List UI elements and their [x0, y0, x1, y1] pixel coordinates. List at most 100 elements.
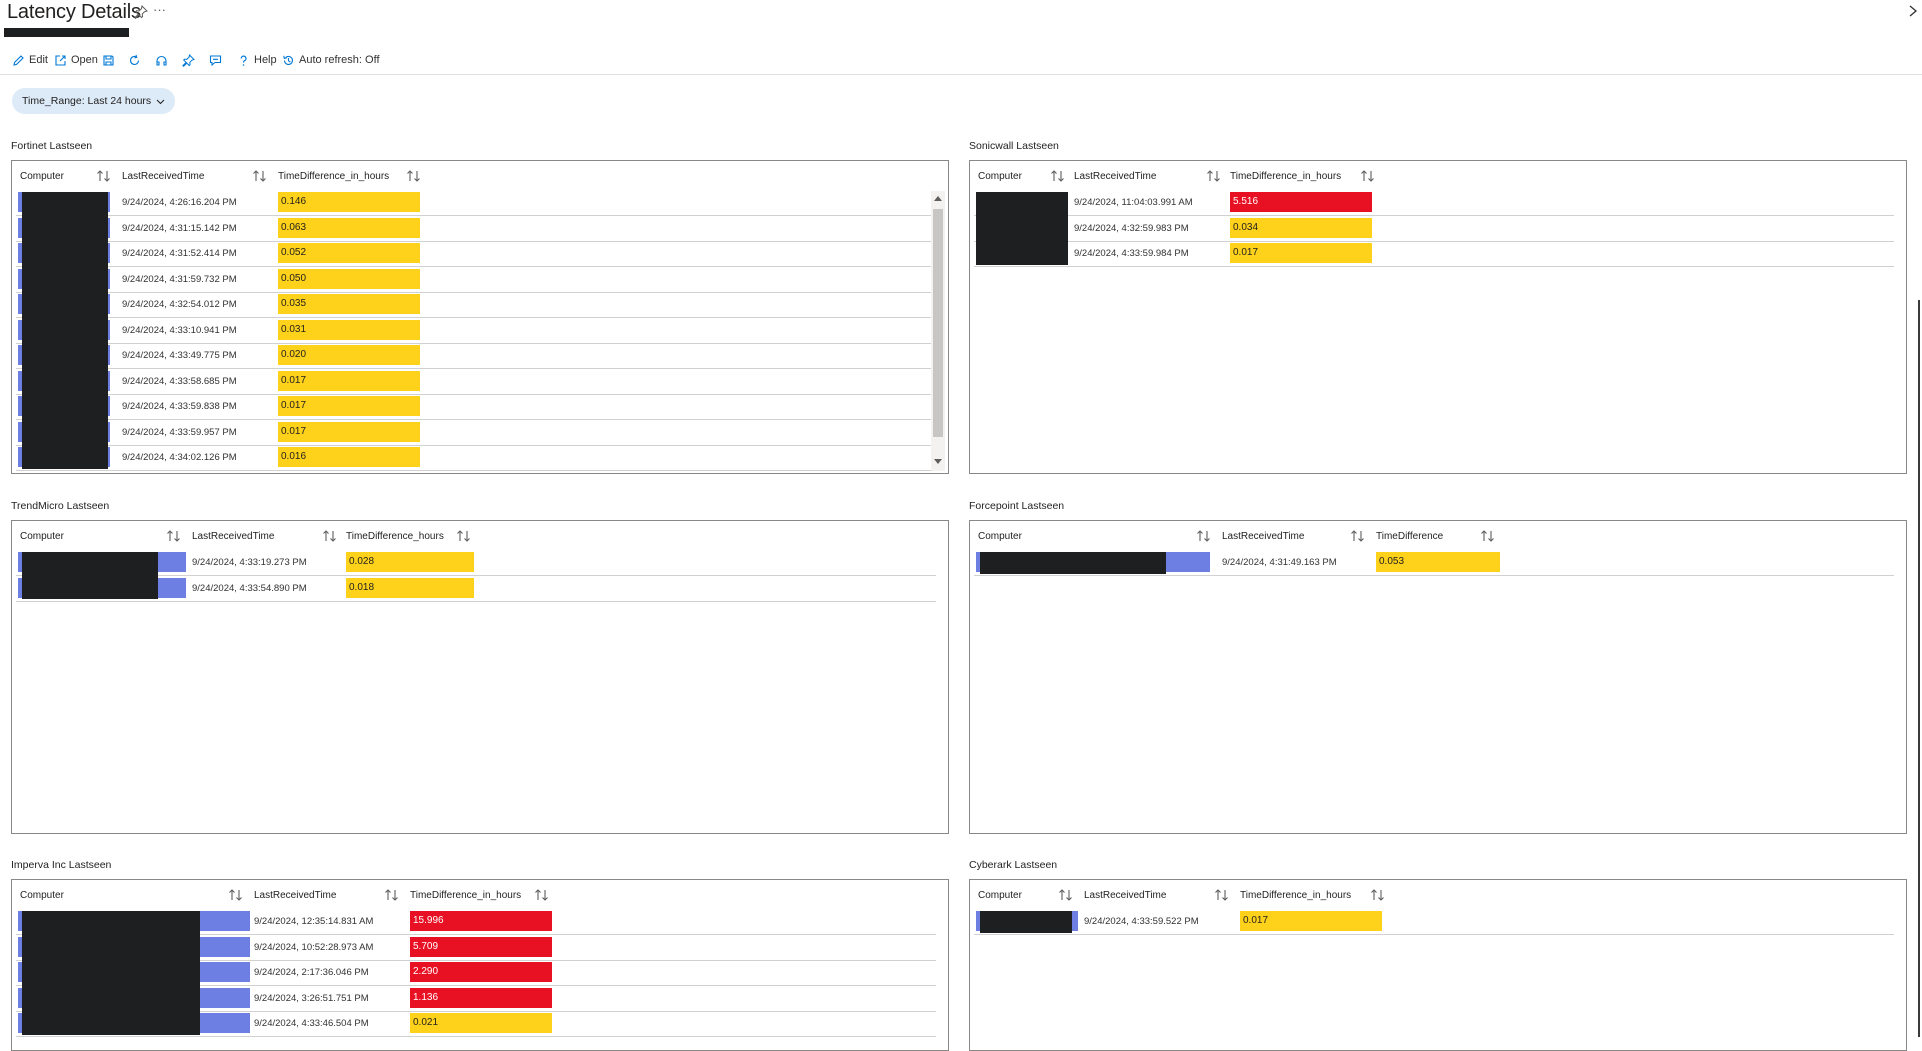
sort-arrows-icon[interactable]	[322, 529, 337, 543]
save-button[interactable]	[102, 51, 115, 69]
table-row[interactable]: 9/24/2024, 4:31:59.732 PM 0.050	[16, 267, 936, 293]
sort-arrows-icon[interactable]	[1350, 529, 1365, 543]
edit-label: Edit	[29, 54, 48, 66]
column-header-computer[interactable]: Computer	[978, 521, 1022, 551]
column-header-computer[interactable]: Computer	[20, 161, 64, 191]
time-difference-cell: 0.052	[278, 243, 420, 263]
blade-header: Latency Details ···	[0, 0, 1922, 40]
column-header-computer[interactable]: Computer	[20, 521, 64, 551]
sort-arrows-icon[interactable]	[1214, 888, 1229, 902]
table-row[interactable]: 9/24/2024, 4:31:52.414 PM 0.052	[16, 241, 936, 267]
table-row[interactable]: 9/24/2024, 4:32:54.012 PM 0.035	[16, 292, 936, 318]
auto-refresh-label: Auto refresh: Off	[299, 54, 380, 66]
table-row[interactable]: 9/24/2024, 4:32:59.983 PM 0.034	[974, 216, 1894, 242]
sonicwall-title: Sonicwall Lastseen	[969, 140, 1059, 152]
refresh-icon	[129, 54, 140, 65]
sort-arrows-icon[interactable]	[1360, 169, 1375, 183]
table-row[interactable]: 9/24/2024, 4:33:10.941 PM 0.031	[16, 318, 936, 344]
time-difference-cell: 0.034	[1230, 217, 1372, 238]
time-difference-cell: 0.016	[278, 447, 420, 467]
pin-to-dashboard-button[interactable]	[182, 51, 195, 69]
save-icon	[103, 54, 114, 66]
help-button[interactable]: Help	[237, 51, 277, 69]
sort-arrows-icon[interactable]	[1206, 169, 1221, 183]
collapse-chevron-icon[interactable]	[1906, 4, 1920, 18]
sort-arrows-icon[interactable]	[252, 169, 267, 183]
table-row[interactable]: 9/24/2024, 4:33:59.957 PM 0.017	[16, 420, 936, 446]
more-options-icon[interactable]: ···	[153, 2, 166, 17]
sort-arrows-icon[interactable]	[96, 169, 111, 183]
column-header-time-difference[interactable]: TimeDifference_hours	[346, 521, 444, 551]
column-header-time-difference[interactable]: TimeDifference_in_hours	[1240, 880, 1351, 910]
feedback-button[interactable]	[155, 51, 168, 69]
help-icon	[240, 55, 247, 66]
last-received-time-cell: 9/24/2024, 4:31:59.732 PM	[122, 273, 237, 285]
redacted-computer-names	[980, 911, 1072, 933]
sort-arrows-icon[interactable]	[1370, 888, 1385, 902]
column-header-computer[interactable]: Computer	[20, 880, 64, 910]
refresh-button[interactable]	[128, 51, 141, 69]
sort-arrows-icon[interactable]	[456, 529, 471, 543]
column-header-time-difference[interactable]: TimeDifference_in_hours	[1230, 161, 1341, 191]
sort-arrows-icon[interactable]	[1058, 888, 1073, 902]
last-received-time-cell: 9/24/2024, 3:26:51.751 PM	[254, 992, 369, 1004]
sort-arrows-icon[interactable]	[166, 529, 181, 543]
time-range-label: Time_Range: Last 24 hours	[22, 95, 152, 107]
time-difference-cell: 15.996	[410, 911, 552, 931]
sort-arrows-icon[interactable]	[1196, 529, 1211, 543]
forcepoint-grid: Computer LastReceivedTime TimeDifference 9/…	[969, 520, 1907, 834]
scroll-up-icon[interactable]	[934, 196, 942, 201]
table-row[interactable]: 9/24/2024, 4:34:02.126 PM 0.016	[16, 445, 936, 471]
table-row[interactable]: 9/24/2024, 4:26:16.204 PM 0.146	[16, 190, 936, 216]
column-header-last-received-time[interactable]: LastReceivedTime	[122, 161, 204, 191]
table-row[interactable]: 9/24/2024, 4:33:59.838 PM 0.017	[16, 394, 936, 420]
command-bar: Edit Open Help Auto refresh: Off	[0, 48, 1922, 75]
table-row[interactable]: 9/24/2024, 4:33:58.685 PM 0.017	[16, 369, 936, 395]
column-header-last-received-time[interactable]: LastReceivedTime	[254, 880, 336, 910]
sort-arrows-icon[interactable]	[228, 888, 243, 902]
column-header-computer[interactable]: Computer	[978, 880, 1022, 910]
time-difference-cell: 0.053	[1376, 552, 1500, 572]
column-header-last-received-time[interactable]: LastReceivedTime	[1074, 161, 1156, 191]
help-label: Help	[254, 54, 277, 66]
sort-arrows-icon[interactable]	[1050, 169, 1065, 183]
column-header-time-difference[interactable]: TimeDifference_in_hours	[278, 161, 389, 191]
page-title: Latency Details	[7, 1, 141, 23]
time-range-parameter[interactable]: Time_Range: Last 24 hours	[12, 88, 176, 114]
time-difference-cell: 0.017	[278, 396, 420, 416]
table-row[interactable]: 9/24/2024, 4:33:59.522 PM 0.017	[974, 909, 1894, 935]
table-row[interactable]: 9/24/2024, 4:33:49.775 PM 0.020	[16, 343, 936, 369]
column-header-computer[interactable]: Computer	[978, 161, 1022, 191]
share-button[interactable]	[209, 51, 222, 69]
sort-arrows-icon[interactable]	[1480, 529, 1495, 543]
column-header-time-difference[interactable]: TimeDifference	[1376, 521, 1443, 551]
sort-arrows-icon[interactable]	[406, 169, 421, 183]
share-icon	[209, 54, 222, 66]
column-header-last-received-time[interactable]: LastReceivedTime	[1084, 880, 1166, 910]
forcepoint-title: Forcepoint Lastseen	[969, 500, 1065, 512]
last-received-time-cell: 9/24/2024, 2:17:36.046 PM	[254, 967, 369, 978]
sort-arrows-icon[interactable]	[534, 888, 549, 902]
cyberark-title: Cyberark Lastseen	[969, 859, 1058, 871]
open-button[interactable]: Open	[54, 51, 98, 69]
last-received-time-cell: 9/24/2024, 4:33:59.957 PM	[122, 426, 237, 438]
sort-arrows-icon[interactable]	[384, 888, 399, 902]
last-received-time-cell: 9/24/2024, 4:31:49.163 PM	[1222, 557, 1337, 568]
edit-button[interactable]: Edit	[12, 51, 48, 69]
chevron-down-icon	[156, 99, 165, 104]
table-row[interactable]: 9/24/2024, 4:31:15.142 PM 0.063	[16, 216, 936, 242]
column-header-time-difference[interactable]: TimeDifference_in_hours	[410, 880, 521, 910]
table-row[interactable]: 9/24/2024, 4:33:59.984 PM 0.017	[974, 241, 1894, 267]
vertical-scrollbar[interactable]	[931, 191, 945, 471]
table-row[interactable]: 9/24/2024, 11:04:03.991 AM 5.516	[974, 190, 1894, 216]
last-received-time-cell: 9/24/2024, 4:34:02.126 PM	[122, 452, 237, 463]
scroll-down-icon[interactable]	[934, 459, 942, 464]
redacted-computer-names	[22, 911, 200, 1035]
column-header-last-received-time[interactable]: LastReceivedTime	[192, 521, 274, 551]
pin-icon[interactable]	[134, 5, 148, 19]
scrollbar-thumb[interactable]	[933, 209, 943, 437]
last-received-time-cell: 9/24/2024, 11:04:03.991 AM	[1074, 197, 1193, 208]
auto-refresh-button[interactable]: Auto refresh: Off	[282, 51, 380, 69]
column-header-last-received-time[interactable]: LastReceivedTime	[1222, 521, 1304, 551]
redacted-computer-names	[22, 192, 108, 469]
